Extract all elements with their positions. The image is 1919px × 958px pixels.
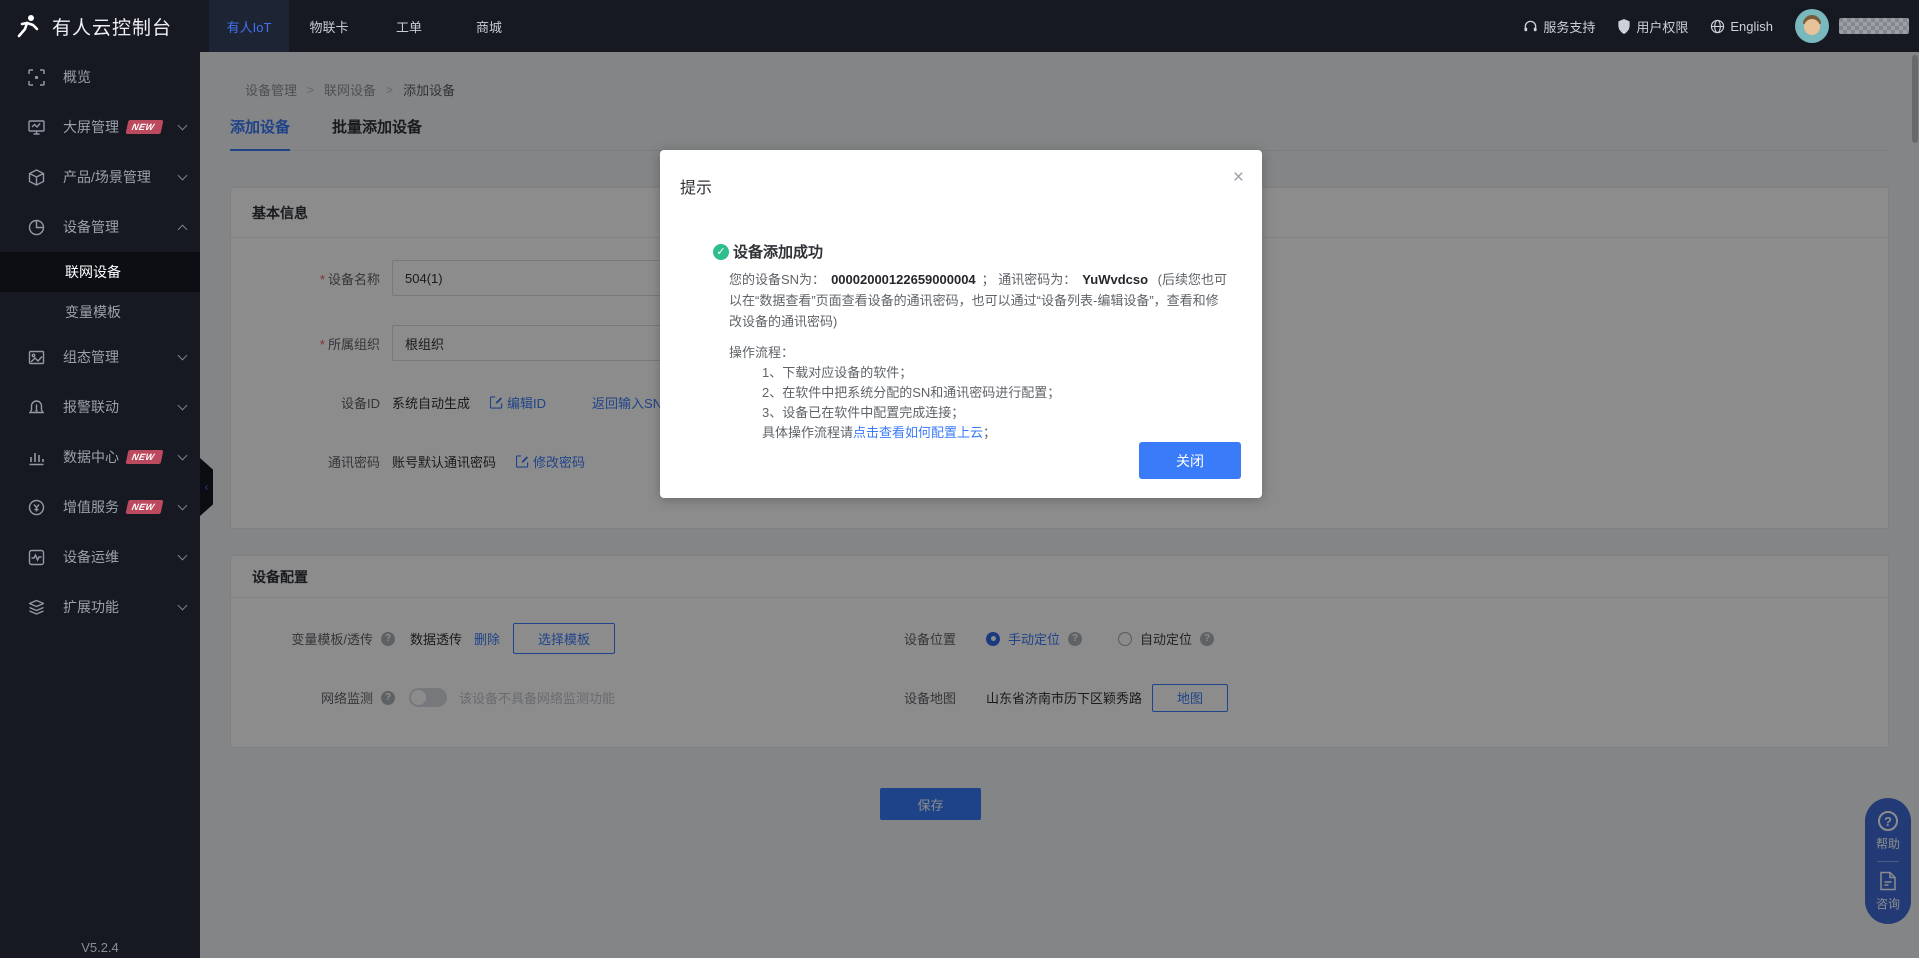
process-detail: 具体操作流程请点击查看如何配置上云； — [762, 423, 1228, 443]
user-menu[interactable] — [1795, 9, 1909, 43]
nav-tab-iot[interactable]: 有人IoT — [209, 0, 289, 52]
config-cloud-link[interactable]: 点击查看如何配置上云 — [853, 425, 983, 440]
screen-icon — [27, 118, 45, 136]
success-title: 设备添加成功 — [733, 241, 823, 262]
success-check-icon: ✓ — [713, 244, 729, 260]
sidebar-item-device-ops[interactable]: 设备运维 — [0, 532, 200, 582]
user-avatar — [1795, 9, 1829, 43]
dialog-close-button[interactable]: 关闭 — [1139, 442, 1241, 479]
sidebar-label: 产品/场景管理 — [63, 167, 151, 187]
sidebar-label: 数据中心 — [63, 447, 119, 467]
chevron-down-icon — [178, 501, 188, 511]
sidebar: 概览 大屏管理 NEW 产品/场景管理 — [0, 52, 200, 958]
chevron-down-icon — [178, 171, 188, 181]
process-step: 3、设备已在软件中配置完成连接； — [762, 403, 1228, 423]
support-menu[interactable]: 服务支持 — [1523, 17, 1595, 36]
success-paragraph: 您的设备SN为：00002000122659000004； 通讯密码为：YuWv… — [729, 269, 1228, 332]
chevron-down-icon — [178, 451, 188, 461]
overview-icon — [27, 68, 45, 86]
coin-icon — [27, 498, 45, 516]
sidebar-label: 概览 — [63, 67, 91, 87]
shield-icon — [1617, 19, 1631, 34]
device-sn-value: 00002000122659000004 — [831, 272, 976, 287]
permission-label: 用户权限 — [1636, 17, 1688, 36]
language-label: English — [1730, 19, 1773, 34]
pulse-monitor-icon — [27, 548, 45, 566]
sidebar-item-device-mgmt[interactable]: 设备管理 — [0, 202, 200, 252]
username-redacted — [1839, 18, 1909, 34]
chevron-down-icon — [178, 401, 188, 411]
top-nav-tabs: 有人IoT 物联卡 工单 商城 — [209, 0, 529, 52]
new-badge: NEW — [126, 450, 163, 464]
sidebar-item-network-device[interactable]: 联网设备 — [0, 252, 200, 292]
app: 有人云控制台 有人IoT 物联卡 工单 商城 服务支持 — [0, 0, 1919, 958]
sidebar-item-datacenter[interactable]: 数据中心 NEW — [0, 432, 200, 482]
sidebar-item-product[interactable]: 产品/场景管理 — [0, 152, 200, 202]
chevron-down-icon — [178, 551, 188, 561]
sidebar-label: 设备运维 — [63, 547, 119, 567]
brand-logo-icon — [15, 13, 41, 39]
chevron-down-icon — [178, 351, 188, 361]
sidebar-label: 变量模板 — [65, 302, 121, 322]
sidebar-label: 大屏管理 — [63, 117, 119, 137]
cube-icon — [27, 168, 45, 186]
comm-password-value: YuWvdcso — [1082, 272, 1148, 287]
support-label: 服务支持 — [1543, 17, 1595, 36]
process-block: 操作流程： 1、下载对应设备的软件； 2、在软件中把系统分配的SN和通讯密码进行… — [729, 343, 1228, 443]
nav-tab-mall[interactable]: 商城 — [449, 0, 529, 52]
nav-tab-sim[interactable]: 物联卡 — [289, 0, 369, 52]
sidebar-item-extension[interactable]: 扩展功能 — [0, 582, 200, 632]
sidebar-label: 报警联动 — [63, 397, 119, 417]
navbar-right: 服务支持 用户权限 English — [1523, 9, 1909, 43]
sidebar-label: 联网设备 — [65, 262, 121, 282]
sidebar-label: 设备管理 — [63, 217, 119, 237]
chevron-down-icon — [178, 121, 188, 131]
language-menu[interactable]: English — [1710, 19, 1773, 34]
permission-menu[interactable]: 用户权限 — [1617, 17, 1688, 36]
nav-tab-ticket[interactable]: 工单 — [369, 0, 449, 52]
sidebar-label: 扩展功能 — [63, 597, 119, 617]
image-icon — [27, 348, 45, 366]
sidebar-item-alarm[interactable]: 报警联动 — [0, 382, 200, 432]
close-icon[interactable]: × — [1233, 168, 1244, 187]
sidebar-item-variable-template[interactable]: 变量模板 — [0, 292, 200, 332]
sidebar-item-overview[interactable]: 概览 — [0, 52, 200, 102]
sidebar-item-scada[interactable]: 组态管理 — [0, 332, 200, 382]
pie-chart-icon — [27, 218, 45, 236]
chevron-up-icon — [178, 224, 188, 234]
sidebar-label: 增值服务 — [63, 497, 119, 517]
tip-dialog: 提示 × ✓ 设备添加成功 您的设备SN为：000020001226590000… — [660, 150, 1262, 498]
top-navbar: 有人云控制台 有人IoT 物联卡 工单 商城 服务支持 — [0, 0, 1919, 52]
process-step: 2、在软件中把系统分配的SN和通讯密码进行配置； — [762, 383, 1228, 403]
version-label: V5.2.4 — [0, 940, 200, 955]
new-badge: NEW — [126, 120, 163, 134]
sidebar-label: 组态管理 — [63, 347, 119, 367]
headset-icon — [1523, 19, 1538, 34]
new-badge: NEW — [126, 500, 163, 514]
alarm-bell-icon — [27, 398, 45, 416]
layers-icon — [27, 598, 45, 616]
sidebar-item-value-service[interactable]: 增值服务 NEW — [0, 482, 200, 532]
chevron-down-icon — [178, 601, 188, 611]
process-label: 操作流程： — [729, 343, 1228, 363]
sidebar-item-screen[interactable]: 大屏管理 NEW — [0, 102, 200, 152]
process-step: 1、下载对应设备的软件； — [762, 363, 1228, 383]
bar-chart-icon — [27, 448, 45, 466]
brand-title: 有人云控制台 — [52, 13, 172, 40]
dialog-title: 提示 — [680, 174, 712, 198]
globe-icon — [1710, 19, 1725, 34]
